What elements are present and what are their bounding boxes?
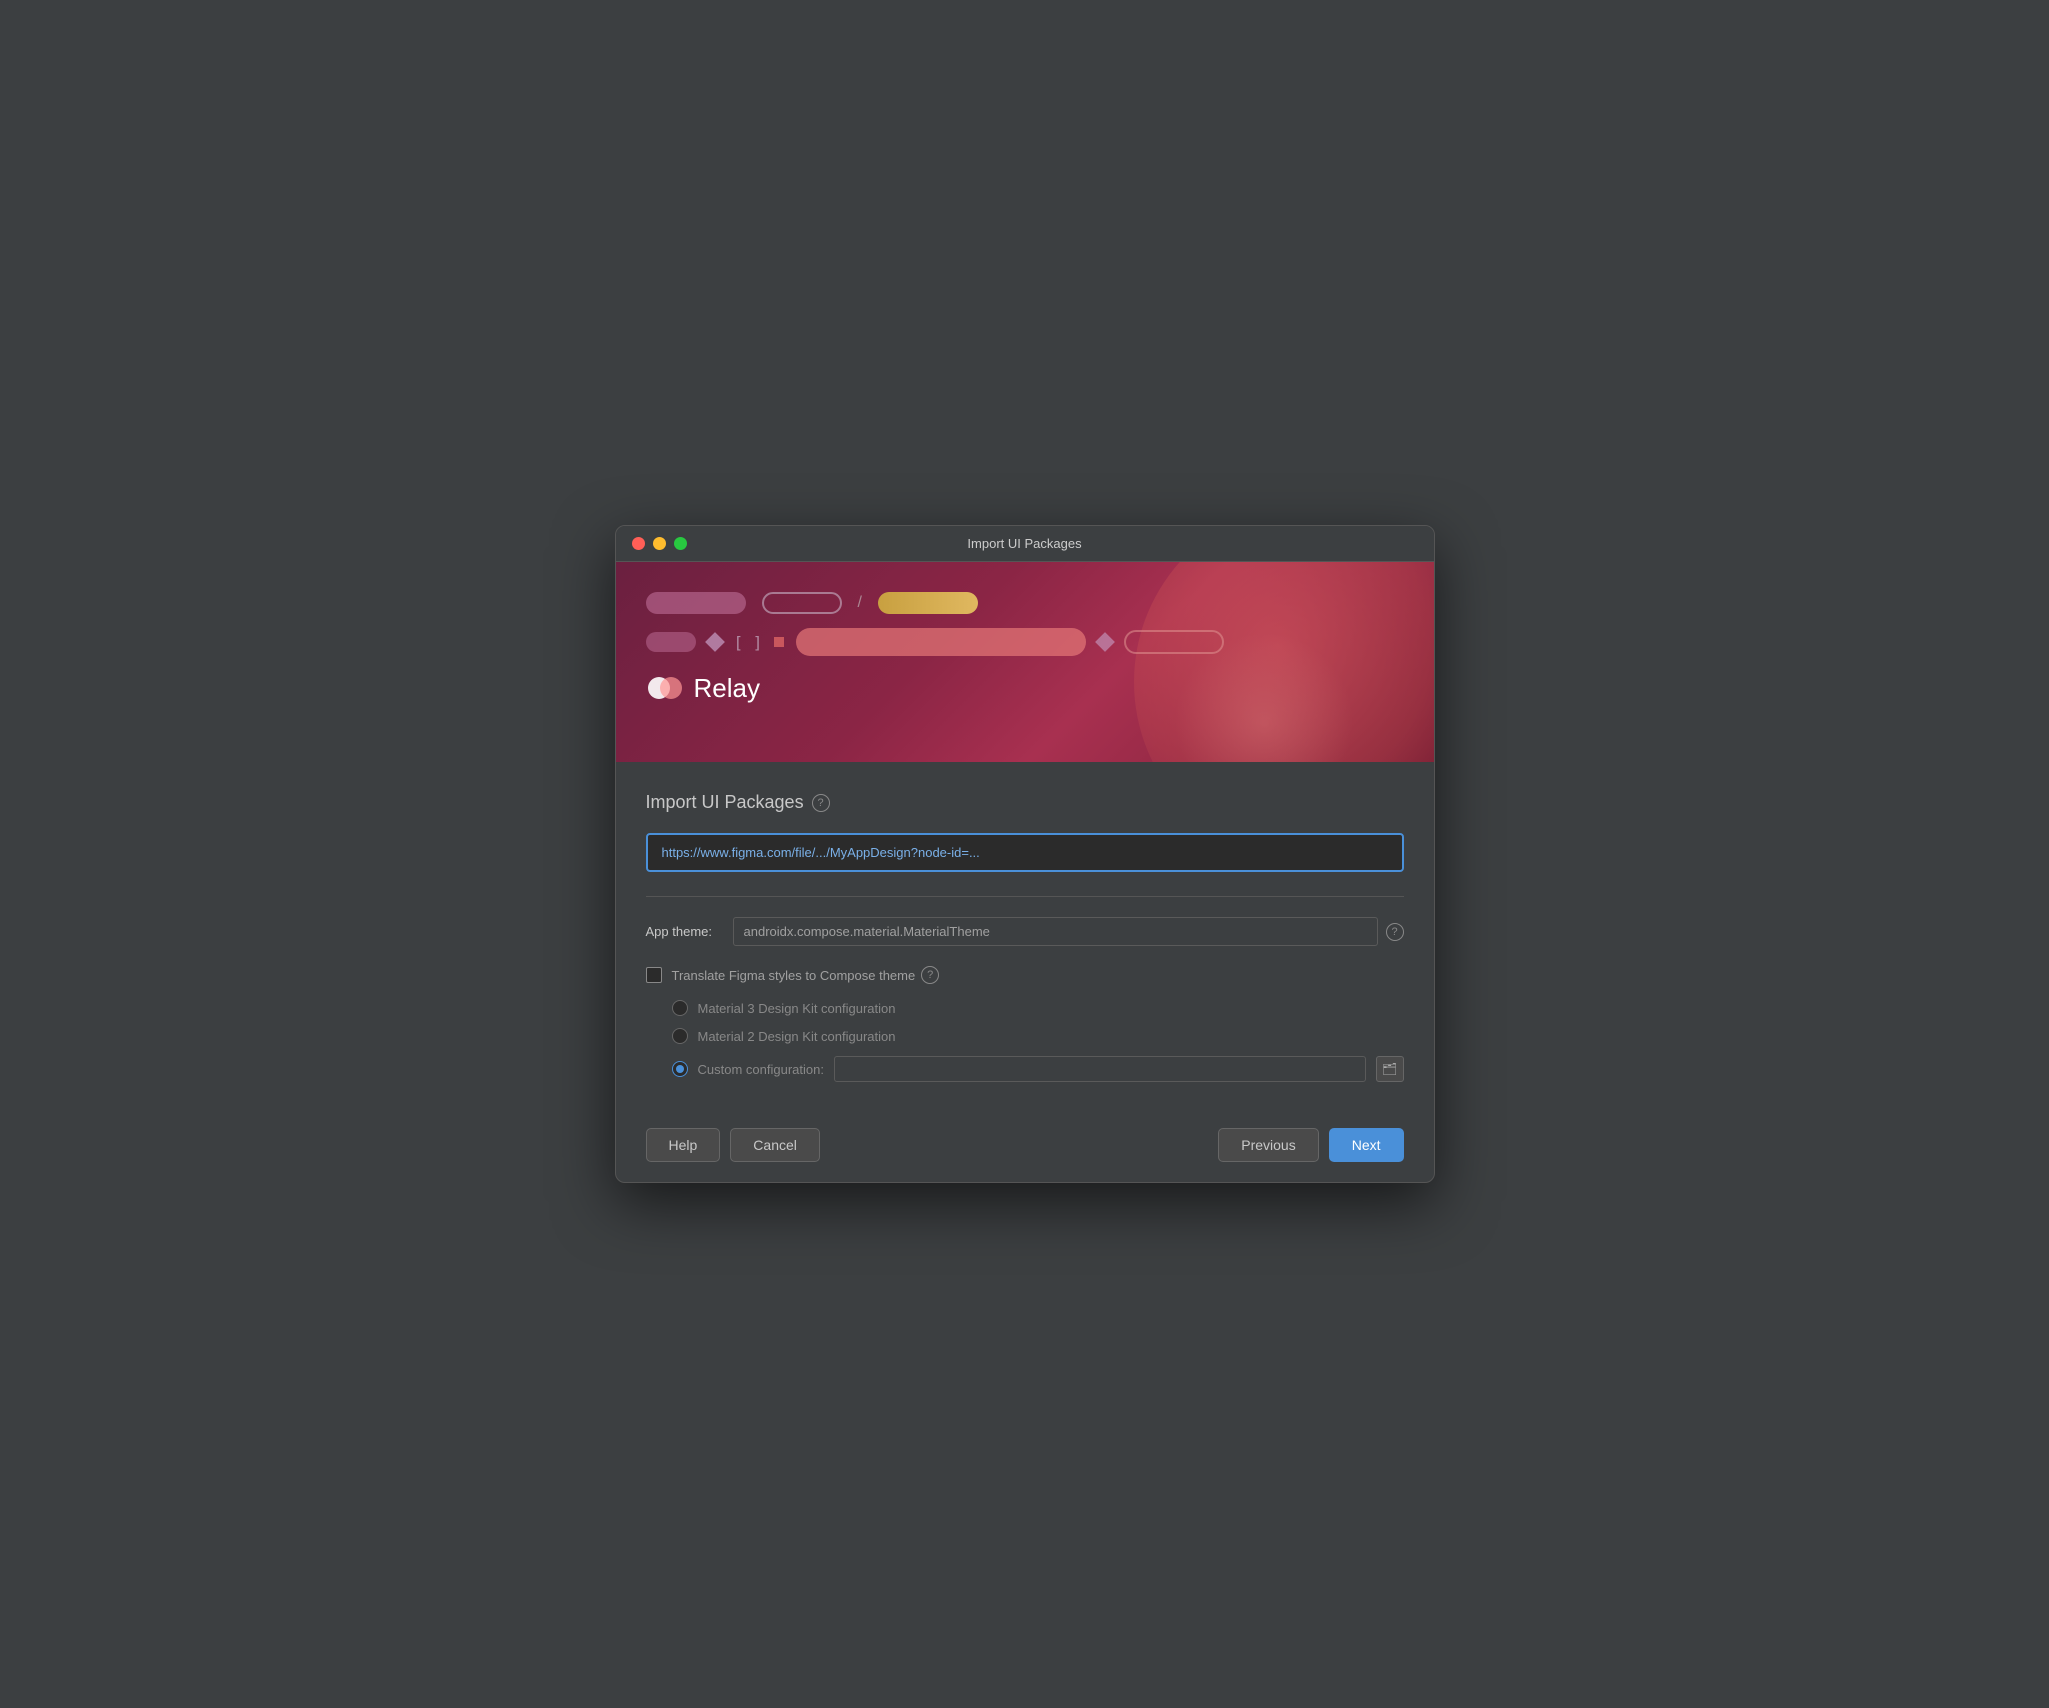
custom-config-input[interactable] (834, 1056, 1366, 1082)
section-title-row: Import UI Packages ? (646, 792, 1404, 813)
radio-custom[interactable] (672, 1061, 688, 1077)
radio-material3-row: Material 3 Design Kit configuration (672, 1000, 1404, 1016)
deco-pill-outline (762, 592, 842, 614)
deco-pill-outline-2 (1124, 630, 1224, 654)
folder-icon: 🗂 (1382, 1062, 1397, 1076)
close-button[interactable] (632, 537, 645, 550)
main-window: Import UI Packages / [ ] (615, 525, 1435, 1183)
minimize-button[interactable] (653, 537, 666, 550)
deco-diamond (705, 632, 725, 652)
translate-checkbox[interactable] (646, 967, 662, 983)
radio-material3-label: Material 3 Design Kit configuration (698, 1001, 896, 1016)
section-title-text: Import UI Packages (646, 792, 804, 813)
relay-brand-name: Relay (694, 673, 760, 704)
footer: Help Cancel Previous Next (616, 1112, 1434, 1182)
radio-custom-row: Custom configuration: 🗂 (672, 1056, 1404, 1082)
translate-checkbox-row: Translate Figma styles to Compose theme … (646, 966, 1404, 984)
deco-pill-pink (646, 592, 746, 614)
previous-button[interactable]: Previous (1218, 1128, 1318, 1162)
deco-pill-coral (796, 628, 1086, 656)
radio-custom-label: Custom configuration: (698, 1062, 824, 1077)
relay-logo-icon (646, 670, 682, 706)
deco-pill-gradient (878, 592, 978, 614)
title-help-icon[interactable]: ? (812, 794, 830, 812)
relay-logo: Relay (646, 670, 1404, 706)
deco-slash: / (858, 594, 862, 612)
app-theme-input[interactable] (733, 917, 1378, 946)
divider (646, 896, 1404, 897)
folder-browse-button[interactable]: 🗂 (1376, 1056, 1404, 1082)
translate-checkbox-label: Translate Figma styles to Compose theme … (672, 966, 940, 984)
footer-right: Previous Next (1218, 1128, 1403, 1162)
translate-help-icon[interactable]: ? (921, 966, 939, 984)
theme-help-icon[interactable]: ? (1386, 923, 1404, 941)
url-input[interactable] (646, 833, 1404, 872)
radio-material3[interactable] (672, 1000, 688, 1016)
deco-diamond-2 (1096, 632, 1116, 652)
cancel-button[interactable]: Cancel (730, 1128, 820, 1162)
footer-left: Help Cancel (646, 1128, 820, 1162)
main-content: Import UI Packages ? App theme: ? Tran (616, 762, 1434, 1102)
deco-square (774, 637, 784, 647)
banner-row-2: [ ] (646, 628, 1404, 656)
radio-custom-input-row: Custom configuration: 🗂 (698, 1056, 1404, 1082)
app-theme-row: App theme: ? (646, 917, 1404, 946)
radio-group: Material 3 Design Kit configuration Mate… (646, 1000, 1404, 1082)
banner: / [ ] Relay (616, 562, 1434, 762)
maximize-button[interactable] (674, 537, 687, 550)
radio-material2[interactable] (672, 1028, 688, 1044)
window-controls (632, 537, 687, 550)
banner-row-1: / (646, 592, 1404, 614)
app-theme-label: App theme: (646, 924, 721, 939)
deco-pill-short (646, 632, 696, 652)
theme-input-container: ? (733, 917, 1404, 946)
radio-material2-label: Material 2 Design Kit configuration (698, 1029, 896, 1044)
url-input-container (646, 833, 1404, 872)
deco-bracket: [ ] (734, 633, 763, 652)
next-button[interactable]: Next (1329, 1128, 1404, 1162)
radio-material2-row: Material 2 Design Kit configuration (672, 1028, 1404, 1044)
title-bar: Import UI Packages (616, 526, 1434, 562)
help-button[interactable]: Help (646, 1128, 721, 1162)
window-title: Import UI Packages (967, 536, 1081, 551)
